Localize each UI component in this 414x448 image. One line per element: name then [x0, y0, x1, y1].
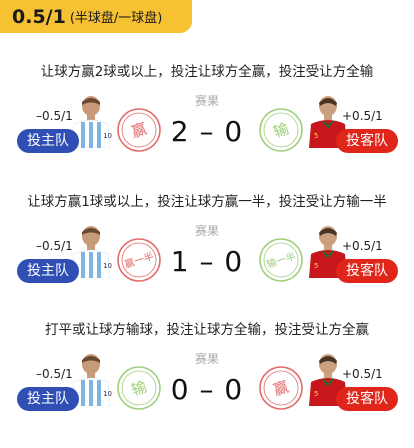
handicap-title-tag: 0.5/1 (半球盘/一球盘)	[0, 0, 192, 33]
bet-home-button[interactable]: 投主队	[17, 129, 79, 153]
bet-away-button[interactable]: 投客队	[336, 129, 398, 153]
bet-home-button[interactable]: 投主队	[17, 387, 79, 411]
result-label: 赛果	[194, 224, 219, 238]
scenario-rule: 让球方赢2球或以上，投注让球方全赢，投注受让方全输	[40, 64, 374, 80]
bet-home-button[interactable]: 投主队	[17, 259, 79, 283]
handicap-title: 0.5/1	[12, 5, 66, 28]
scenario-rule: 让球方赢1球或以上，投注让球方赢一半，投注受让方输一半	[27, 194, 387, 210]
scenario-section: 让球方赢2球或以上，投注让球方全赢，投注受让方全输 赛果 –0.5/1 +0.5/1 1…	[0, 60, 414, 190]
result-label: 赛果	[194, 94, 219, 108]
bet-away-button[interactable]: 投客队	[336, 387, 398, 411]
result-label: 赛果	[194, 352, 219, 366]
scenario-rule: 打平或让球方输球，投注让球方全输，投注受让方全赢	[45, 322, 369, 338]
scenario-section: 让球方赢1球或以上，投注让球方赢一半，投注受让方输一半 赛果 –0.5/1 +0.5/…	[0, 190, 414, 320]
handicap-subtitle: (半球盘/一球盘)	[69, 11, 163, 26]
scenario-section: 打平或让球方输球，投注让球方全输，投注受让方全赢 赛果 –0.5/1 +0.5/1 10…	[0, 318, 414, 448]
bet-away-button[interactable]: 投客队	[336, 259, 398, 283]
